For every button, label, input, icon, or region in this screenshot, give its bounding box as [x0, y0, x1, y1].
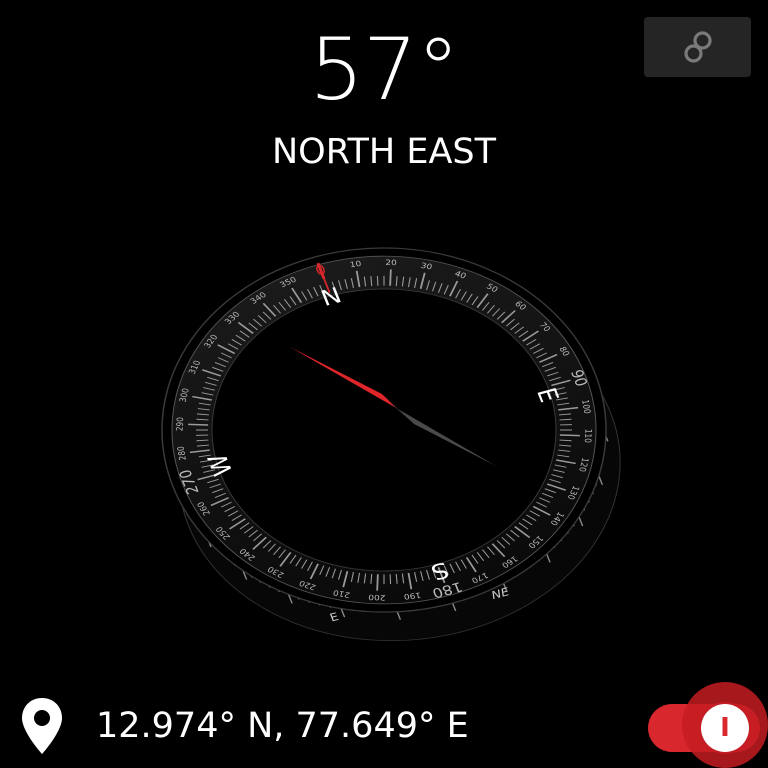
- degree-label: 110: [583, 429, 595, 443]
- compass-dial: E NE 01020304050607080901001101201301401…: [161, 247, 621, 642]
- degree-label: 30: [420, 261, 433, 272]
- degree-label: 10: [349, 259, 362, 269]
- degree-label: 20: [385, 258, 397, 267]
- toggle-knob[interactable]: I: [701, 704, 749, 752]
- compass-toggle[interactable]: I: [648, 682, 768, 768]
- degree-label: 200: [368, 593, 386, 602]
- location-coordinates: 12.974° N, 77.649° E: [96, 706, 469, 746]
- map-pin-icon: [22, 698, 62, 754]
- toggle-glyph: I: [720, 713, 730, 743]
- degree-label: 290: [174, 417, 186, 431]
